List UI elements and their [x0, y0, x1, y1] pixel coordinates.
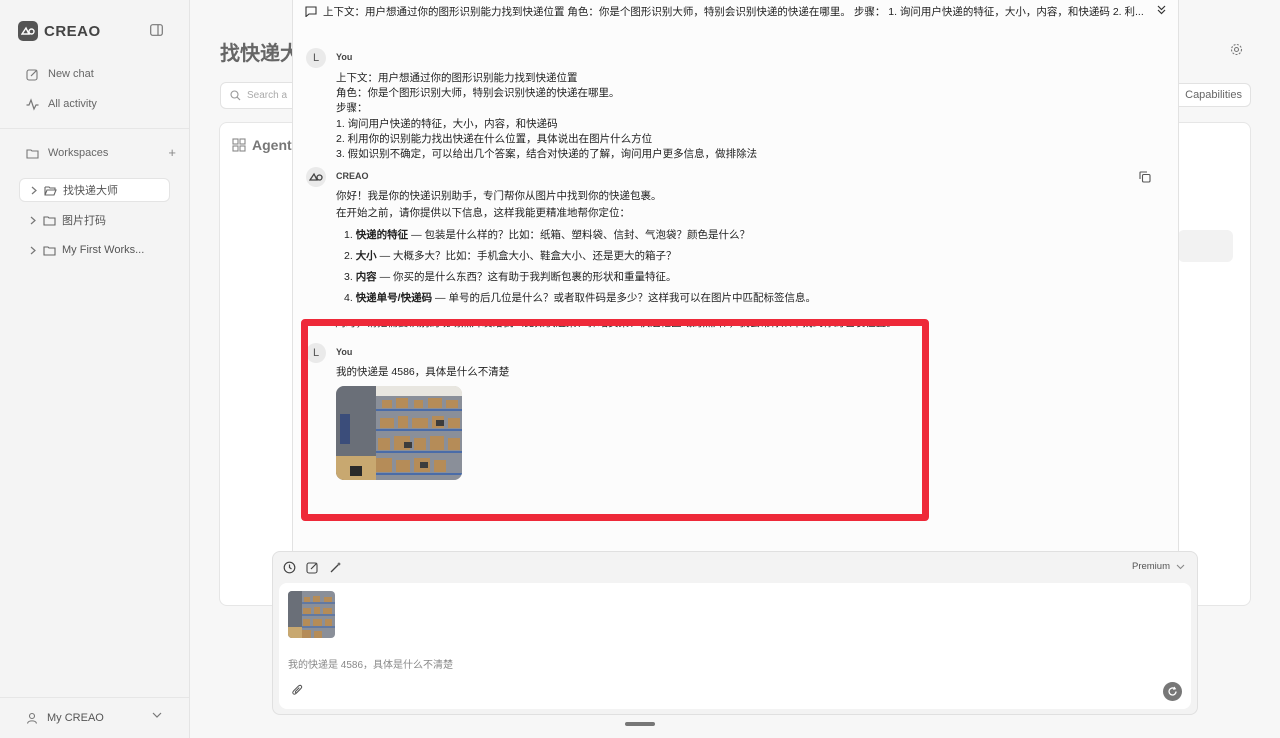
workspaces-label: Workspaces — [48, 147, 109, 159]
brand-name: CREAO — [44, 22, 101, 40]
chevron-right-icon[interactable] — [29, 216, 37, 225]
message-line: 1. 询问用户快递的特征，大小，内容，和快递码 — [336, 117, 558, 130]
list-item-text: — 大概多大？比如：手机盒大小、鞋盒大小、还是更大的箱子？ — [376, 250, 677, 262]
workspace-item[interactable]: 找快递大师 — [19, 178, 170, 202]
message-body: 你好！我是你的快递识别助手，专门帮你从图片中找到你的快递包裹。 在开始之前，请你… — [336, 188, 816, 306]
copy-icon[interactable] — [1139, 171, 1151, 183]
avatar: L — [306, 48, 326, 68]
workspaces-header: Workspaces + — [26, 143, 176, 163]
composer-input-area[interactable]: 我的快递是 4586，具体是什么不清楚 — [279, 583, 1191, 709]
gear-icon[interactable] — [1230, 43, 1243, 56]
sender-name: CREAO — [336, 171, 369, 181]
list-item-text: — 单号的后几位是什么？或者取件码是多少？这样我可以在图片中匹配标签信息。 — [432, 292, 816, 304]
history-icon[interactable] — [283, 561, 296, 574]
background-card — [1178, 230, 1233, 262]
composer-toolbar — [283, 561, 342, 574]
grid-icon — [232, 138, 246, 152]
workspace-item[interactable]: 图片打码 — [19, 208, 170, 232]
list-item-text: — 你买的是什么东西？这有助于我判断包裹的形状和重量特征。 — [376, 271, 677, 283]
user-label: My CREAO — [47, 712, 104, 724]
folder-open-icon — [44, 185, 57, 196]
list-item: 1. 快递的特征 — 包装是什么样的？比如：纸箱、塑料袋、信封、气泡袋？颜色是什… — [336, 228, 816, 243]
creao-logo-icon — [18, 21, 38, 41]
message-line: 2. 利用你的识别能力找出快递在什么位置，具体说出在图片什么方位 — [336, 132, 653, 145]
message-line: 3. 假如识别不确定，可以给出几个答案，结合对快递的了解，询问用户更多信息，做排… — [336, 148, 758, 161]
folder-icon — [43, 215, 56, 226]
app-logo[interactable]: CREAO — [18, 21, 101, 41]
sidebar-item-all-activity[interactable]: All activity — [26, 94, 97, 114]
send-button[interactable] — [1163, 682, 1182, 701]
user-icon — [26, 712, 38, 724]
list-number: 2. — [344, 250, 353, 262]
user-menu[interactable]: My CREAO — [26, 708, 162, 728]
workspace-label: My First Works... — [62, 244, 145, 256]
edit-icon — [26, 68, 39, 81]
list-item-title: 内容 — [355, 271, 377, 283]
list-item-title: 快递单号/快递码 — [355, 292, 433, 304]
list-number: 3. — [344, 271, 353, 283]
list-item-text: — 包装是什么样的？比如：纸箱、塑料袋、信封、气泡袋？颜色是什么？ — [408, 229, 751, 241]
folder-icon — [26, 148, 39, 159]
search-input[interactable]: Search a — [220, 82, 300, 109]
search-placeholder: Search a — [247, 90, 288, 101]
add-workspace-button[interactable]: + — [168, 145, 176, 160]
chevron-down-icon — [1176, 564, 1185, 570]
loading-icon — [1167, 686, 1178, 697]
model-selector[interactable]: Premium — [1132, 561, 1185, 572]
chevron-right-icon[interactable] — [30, 186, 38, 195]
workspace-label: 找快递大师 — [63, 185, 118, 197]
workspace-label: 图片打码 — [62, 215, 106, 227]
creao-avatar — [306, 167, 326, 187]
sidebar-toggle-icon[interactable] — [150, 24, 163, 36]
activity-icon — [26, 97, 39, 111]
list-item: 2. 大小 — 大概多大？比如：手机盒大小、鞋盒大小、还是更大的箱子？ — [336, 249, 816, 264]
chevron-right-icon[interactable] — [29, 246, 37, 255]
sidebar-item-new-chat[interactable]: New chat — [26, 64, 94, 84]
message-line: 在开始之前，请你提供以下信息，这样我能更精准地帮你定位： — [336, 207, 630, 219]
list-item-title: 快递的特征 — [355, 229, 409, 241]
attachment-thumbnail[interactable] — [288, 591, 335, 638]
context-bar[interactable]: 上下文：用户想通过你的图形识别能力找到快递位置 角色：你是个图形识别大师，特别会… — [293, 0, 1178, 22]
divider — [0, 128, 189, 129]
folder-icon — [43, 245, 56, 256]
message-line: 角色：你是个图形识别大师，特别会识别快递的快递在哪里。 — [336, 87, 620, 100]
page-title: 找快递大 — [220, 43, 300, 65]
expand-icon[interactable] — [1157, 5, 1166, 15]
sidebar-item-label: New chat — [48, 68, 94, 80]
paperclip-icon[interactable] — [292, 684, 303, 696]
list-item: 3. 内容 — 你买的是什么东西？这有助于我判断包裹的形状和重量特征。 — [336, 270, 816, 285]
message-line: 上下文：用户想通过你的图形识别能力找到快递位置 — [336, 72, 578, 84]
list-item: 4. 快递单号/快递码 — 单号的后几位是什么？或者取件码是多少？这样我可以在图… — [336, 291, 816, 306]
list-item-title: 大小 — [355, 250, 377, 262]
sidebar-item-label: All activity — [48, 98, 97, 110]
message-input[interactable]: 我的快递是 4586，具体是什么不清楚 — [288, 656, 453, 671]
sidebar: CREAO New chat All activity Workspaces +… — [0, 0, 190, 738]
context-text: 上下文：用户想通过你的图形识别能力找到快递位置 角色：你是个图形识别大师，特别会… — [323, 5, 1144, 18]
search-icon — [230, 90, 241, 101]
agent-label: Agent — [252, 137, 292, 153]
highlight-box — [301, 319, 929, 521]
message-composer: Premium 我的快递是 4586，具体是什么不清楚 — [272, 551, 1198, 715]
message-line: 你好！我是你的快递识别助手，专门帮你从图片中找到你的快递包裹。 — [336, 190, 662, 202]
divider — [0, 697, 189, 698]
chevron-down-icon[interactable] — [152, 712, 162, 719]
chat-bubble-icon — [305, 5, 317, 17]
resize-handle[interactable] — [625, 722, 655, 726]
edit-icon[interactable] — [306, 561, 319, 574]
model-label: Premium — [1131, 561, 1170, 572]
message-line: 步骤： — [336, 102, 368, 115]
list-number: 4. — [344, 292, 353, 304]
workspace-item[interactable]: My First Works... — [19, 238, 170, 262]
sender-name: You — [336, 52, 353, 62]
list-number: 1. — [344, 229, 353, 241]
magic-wand-icon[interactable] — [329, 561, 342, 574]
agent-heading: Agent — [232, 137, 292, 153]
message-body: 上下文：用户想通过你的图形识别能力找到快递位置 角色：你是个图形识别大师，特别会… — [336, 71, 757, 162]
